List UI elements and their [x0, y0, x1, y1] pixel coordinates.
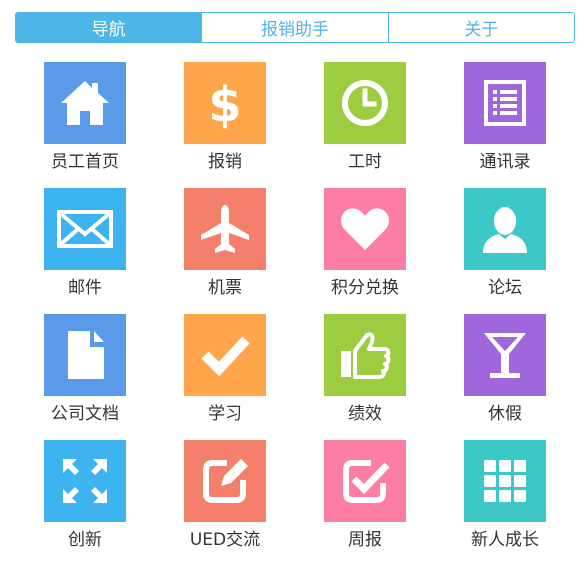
home-icon	[61, 81, 109, 125]
app-tile-performance[interactable]	[324, 314, 406, 396]
cocktail-icon	[484, 333, 526, 378]
app-tile-weekly-report[interactable]	[324, 440, 406, 522]
airplane-icon	[201, 205, 249, 253]
app-label-air-tickets: 机票	[208, 278, 242, 298]
app-tile-forum[interactable]	[464, 188, 546, 270]
heart-icon	[341, 208, 389, 250]
app-label-points-exchange: 积分兑换	[331, 278, 399, 298]
app-tile-company-docs[interactable]	[44, 314, 126, 396]
tab-about[interactable]: 关于	[387, 13, 574, 42]
app-tile-mail[interactable]	[44, 188, 126, 270]
app-label-work-hours: 工时	[348, 152, 382, 172]
clock-icon	[342, 80, 388, 126]
dollar-icon: $	[208, 77, 241, 131]
app-tile-contacts[interactable]	[464, 62, 546, 144]
app-label-employee-home: 员工首页	[51, 152, 119, 172]
thumbs-up-icon	[341, 332, 391, 379]
app-tile-newcomer-growth[interactable]	[464, 440, 546, 522]
mail-icon	[57, 210, 113, 248]
edit-icon	[203, 459, 248, 503]
app-label-performance: 绩效	[348, 404, 382, 424]
expand-icon	[63, 459, 107, 503]
app-label-weekly-report: 周报	[348, 530, 382, 550]
app-tile-innovation[interactable]	[44, 440, 126, 522]
app-label-innovation: 创新	[68, 530, 102, 550]
app-label-learning: 学习	[208, 404, 242, 424]
app-label-forum: 论坛	[488, 278, 522, 298]
checkmark-icon	[201, 336, 250, 377]
tab-navigation[interactable]: 导航	[16, 13, 202, 42]
app-tile-employee-home[interactable]	[44, 62, 126, 144]
app-tile-work-hours[interactable]	[324, 62, 406, 144]
nav-tab-bar: 导航 报销助手 关于	[15, 12, 575, 43]
app-tile-ued-exchange[interactable]	[184, 440, 266, 522]
checkbox-icon	[343, 460, 390, 503]
user-icon	[483, 207, 527, 253]
app-tile-reimbursement[interactable]: $	[184, 62, 266, 144]
app-label-company-docs: 公司文档	[51, 404, 119, 424]
app-label-contacts: 通讯录	[479, 152, 531, 172]
document-icon	[68, 331, 104, 379]
app-label-mail: 邮件	[68, 278, 102, 298]
app-label-leave: 休假	[488, 404, 522, 424]
app-tile-air-tickets[interactable]	[184, 188, 266, 270]
app-tile-learning[interactable]	[184, 314, 266, 396]
tab-reimbursement-assistant[interactable]: 报销助手	[201, 13, 388, 42]
grid-icon	[484, 460, 526, 502]
app-tile-leave[interactable]	[464, 314, 546, 396]
svg-text:$: $	[208, 77, 241, 131]
app-label-newcomer-growth: 新人成长	[471, 530, 539, 550]
app-tile-points-exchange[interactable]	[324, 188, 406, 270]
contacts-list-icon	[484, 80, 526, 126]
app-label-reimbursement: 报销	[208, 152, 242, 172]
app-label-ued-exchange: UED交流	[189, 530, 261, 550]
